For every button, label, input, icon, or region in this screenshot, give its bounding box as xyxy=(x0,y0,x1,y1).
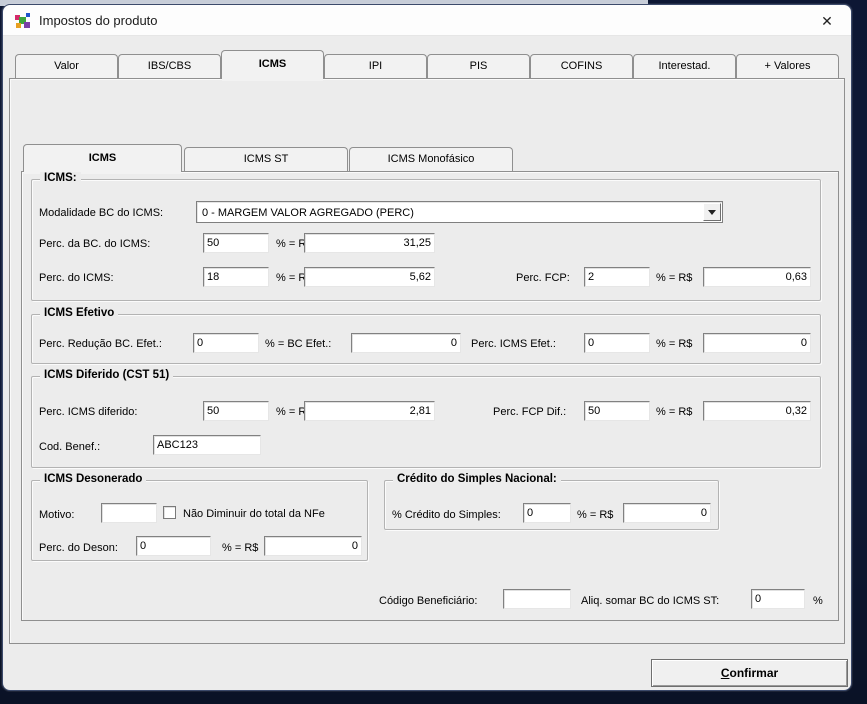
perc-icms-efet-label: Perc. ICMS Efet.: xyxy=(471,338,556,350)
perc-bc-value-input[interactable] xyxy=(304,233,435,253)
credito-simples-group-title: Crédito do Simples Nacional: xyxy=(393,473,561,485)
tab-interestad[interactable]: Interestad. xyxy=(633,54,736,78)
tab-ibs-cbs[interactable]: IBS/CBS xyxy=(118,54,221,78)
cod-benef-label: Cod. Benef.: xyxy=(39,441,100,453)
credito-simples-value-input[interactable] xyxy=(623,503,711,523)
icms-efetivo-group-title: ICMS Efetivo xyxy=(40,307,118,319)
icms-diferido-groupbox: ICMS Diferido (CST 51) xyxy=(31,376,821,468)
perc-diferido-value-input[interactable] xyxy=(304,401,435,421)
nao-diminuir-nfe-label: Não Diminuir do total da NFe xyxy=(183,508,325,520)
perc-reducao-pct-input[interactable] xyxy=(193,333,259,353)
perc-reducao-eq-label: % = BC Efet.: xyxy=(265,338,331,350)
credito-simples-eq-label: % = R$ xyxy=(577,509,613,521)
subtab-icms[interactable]: ICMS xyxy=(23,144,182,172)
title-bar: Impostos do produto ✕ xyxy=(3,5,851,36)
codigo-beneficiario-input[interactable] xyxy=(503,589,571,609)
modalidade-label: Modalidade BC do ICMS: xyxy=(39,207,163,219)
perc-icms-label: Perc. do ICMS: xyxy=(39,272,114,284)
motivo-label: Motivo: xyxy=(39,509,74,521)
perc-icms-value-input[interactable] xyxy=(304,267,435,287)
perc-icms-pct-input[interactable] xyxy=(203,267,269,287)
perc-diferido-label: Perc. ICMS diferido: xyxy=(39,406,137,418)
icms-diferido-group-title: ICMS Diferido (CST 51) xyxy=(40,369,173,381)
perc-deson-eq-label: % = R$ xyxy=(222,542,258,554)
app-icon xyxy=(15,13,31,29)
motivo-input[interactable] xyxy=(101,503,157,523)
perc-icms-efet-value-input[interactable] xyxy=(703,333,811,353)
icms-desonerado-group-title: ICMS Desonerado xyxy=(40,473,146,485)
codigo-beneficiario-label: Código Beneficiário: xyxy=(379,595,477,607)
perc-fcp-label: Perc. FCP: xyxy=(516,272,570,284)
perc-icms-efet-eq-label: % = R$ xyxy=(656,338,692,350)
aliq-somar-label: Aliq. somar BC do ICMS ST: xyxy=(581,595,719,607)
perc-deson-pct-input[interactable] xyxy=(136,536,211,556)
cod-benef-input[interactable] xyxy=(153,435,261,455)
perc-bc-label: Perc. da BC. do ICMS: xyxy=(39,238,150,250)
perc-fcp-dif-label: Perc. FCP Dif.: xyxy=(493,406,566,418)
icms-group-title: ICMS: xyxy=(40,172,81,184)
subtab-icms-st[interactable]: ICMS ST xyxy=(184,147,348,171)
perc-fcp-pct-input[interactable] xyxy=(584,267,650,287)
perc-deson-value-input[interactable] xyxy=(264,536,362,556)
chevron-down-icon[interactable] xyxy=(703,203,721,221)
tab-valor[interactable]: Valor xyxy=(15,54,118,78)
credito-simples-pct-input[interactable] xyxy=(523,503,571,523)
nao-diminuir-nfe-checkbox[interactable] xyxy=(163,506,176,519)
tab-ipi[interactable]: IPI xyxy=(324,54,427,78)
tab-cofins[interactable]: COFINS xyxy=(530,54,633,78)
confirmar-rest: onfirmar xyxy=(729,666,778,680)
perc-fcp-dif-value-input[interactable] xyxy=(703,401,811,421)
close-icon[interactable]: ✕ xyxy=(817,11,837,31)
perc-fcp-dif-eq-label: % = R$ xyxy=(656,406,692,418)
modalidade-bc-icms-select[interactable]: 0 - MARGEM VALOR AGREGADO (PERC) xyxy=(196,201,723,223)
perc-bc-pct-input[interactable] xyxy=(203,233,269,253)
tab-mais-valores[interactable]: + Valores xyxy=(736,54,839,78)
tab-icms[interactable]: ICMS xyxy=(221,50,324,79)
aliq-somar-input[interactable] xyxy=(751,589,805,609)
perc-fcp-dif-pct-input[interactable] xyxy=(584,401,650,421)
window-title: Impostos do produto xyxy=(39,13,158,28)
modalidade-selected-value: 0 - MARGEM VALOR AGREGADO (PERC) xyxy=(199,204,702,220)
credito-simples-label: % Crédito do Simples: xyxy=(392,509,501,521)
tab-pis[interactable]: PIS xyxy=(427,54,530,78)
perc-fcp-value-input[interactable] xyxy=(703,267,811,287)
perc-fcp-eq-label: % = R$ xyxy=(656,272,692,284)
aliq-somar-suffix: % xyxy=(813,595,823,607)
subtab-icms-monofasico[interactable]: ICMS Monofásico xyxy=(349,147,513,171)
perc-diferido-pct-input[interactable] xyxy=(203,401,269,421)
bc-efet-value-input[interactable] xyxy=(351,333,461,353)
perc-icms-efet-pct-input[interactable] xyxy=(584,333,650,353)
perc-reducao-label: Perc. Redução BC. Efet.: xyxy=(39,338,162,350)
perc-deson-label: Perc. do Deson: xyxy=(39,542,118,554)
impostos-do-produto-dialog: Impostos do produto ✕ Valor IBS/CBS ICMS… xyxy=(2,4,852,691)
confirmar-button[interactable]: Confirmar xyxy=(651,659,848,687)
